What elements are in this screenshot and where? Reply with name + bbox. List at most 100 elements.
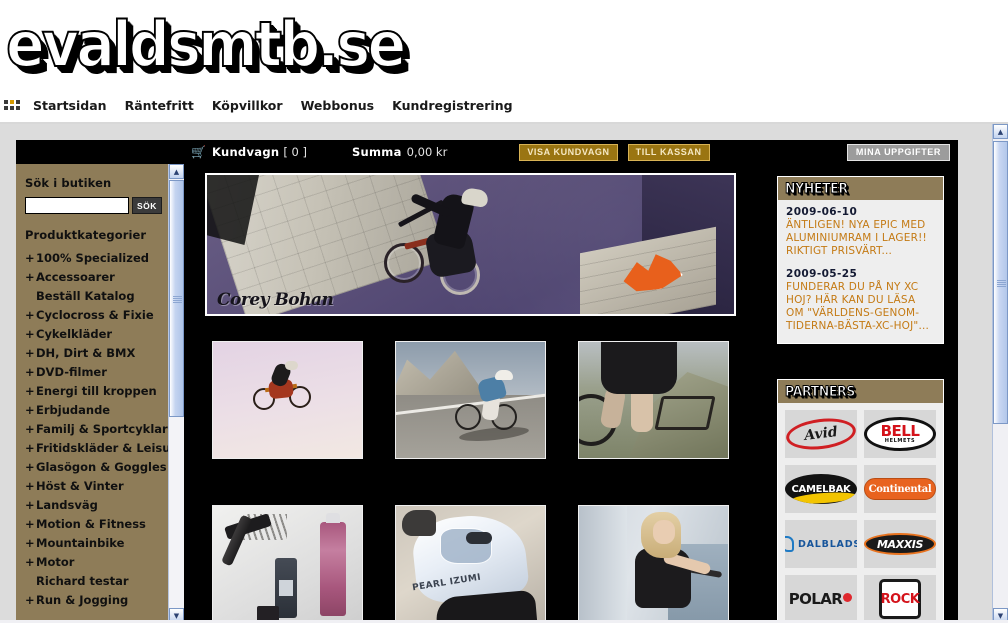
grid-cell	[16, 99, 20, 104]
news-panel-title: NYHETER	[785, 180, 849, 197]
expand-icon[interactable]: +	[25, 422, 36, 436]
hero-caption: Corey Bohan	[217, 290, 334, 310]
page-scrollbar[interactable]: ▲ ▼	[992, 124, 1008, 623]
category-item-dvd-filmer[interactable]: + DVD-filmer	[25, 365, 160, 379]
dirt-jump-tile[interactable]	[202, 327, 373, 473]
cart-label[interactable]: Kundvagn	[212, 145, 279, 159]
cart-count: [ 0 ]	[283, 145, 307, 159]
nav-item-kopvillkor[interactable]: Köpvillkor	[212, 98, 283, 113]
sidebar-scrollbar[interactable]: ▲ ▼	[168, 164, 184, 623]
avid-oval: Avid	[785, 414, 857, 454]
nav-item-kundregistrering[interactable]: Kundregistrering	[392, 98, 512, 113]
fox-bmx-banner-image: Corey Bohan	[205, 173, 736, 316]
expand-icon[interactable]: +	[25, 403, 36, 417]
polar-logo[interactable]: POLAR	[785, 575, 857, 623]
expand-icon[interactable]: +	[25, 365, 36, 379]
expand-icon[interactable]: +	[25, 498, 36, 512]
category-item-run-jogging[interactable]: + Run & Jogging	[25, 593, 160, 607]
front-wheel	[384, 243, 424, 283]
search-input[interactable]	[25, 197, 129, 214]
expand-icon[interactable]: +	[25, 479, 36, 493]
pearl-izumi-jersey-tile[interactable]: PEARL IZUMI	[385, 491, 556, 623]
category-item-motor[interactable]: + Motor	[25, 555, 160, 569]
expand-icon[interactable]: +	[25, 346, 36, 360]
city-bike-woman-image	[578, 505, 729, 623]
rockshox-logo[interactable]: ROCK	[864, 575, 936, 623]
dirt-jumper	[253, 361, 311, 412]
category-item-host-vinter[interactable]: + Höst & Vinter	[25, 479, 160, 493]
category-item-richard-testar[interactable]: Richard testar	[25, 574, 160, 588]
mountain-bike-tile[interactable]	[568, 327, 739, 473]
expand-icon[interactable]: +	[25, 270, 36, 284]
partners-grid: Avid BELL HELMETS CAMELBAK Continental D…	[778, 403, 943, 623]
site-logo[interactable]: evaldsmtb.se	[5, 13, 407, 77]
expand-icon[interactable]: +	[25, 251, 36, 265]
category-item-cyclocross-fixie[interactable]: + Cyclocross & Fixie	[25, 308, 160, 322]
scroll-up-icon[interactable]: ▲	[169, 164, 184, 179]
rockshox-wordmark: ROCK	[880, 591, 920, 607]
category-item-motion-fitness[interactable]: + Motion & Fitness	[25, 517, 160, 531]
partners-panel-header: PARTNERS	[778, 380, 943, 403]
category-item-cykelklader[interactable]: + Cykelkläder	[25, 327, 160, 341]
partners-panel: PARTNERS Avid BELL HELMETS CAMELBAK Cont…	[777, 379, 944, 623]
category-label: Familj & Sportcyklar	[36, 422, 168, 436]
my-details-button[interactable]: MINA UPPGIFTER	[846, 144, 950, 161]
dalblads-lockup: DALBLADS	[785, 536, 857, 552]
expand-icon[interactable]: +	[25, 517, 36, 531]
news-text[interactable]: FUNDERAR DU PÅ NY XC HOJ? HÄR KAN DU LÄS…	[786, 281, 935, 333]
category-item-energi-till-kroppen[interactable]: + Energi till kroppen	[25, 384, 160, 398]
nav-item-startsidan[interactable]: Startsidan	[33, 98, 107, 113]
polar-wordmark: POLAR	[788, 590, 843, 608]
category-label: Höst & Vinter	[36, 479, 124, 493]
page-scrollbar-thumb[interactable]	[993, 141, 1008, 424]
dalblads-logo[interactable]: DALBLADS	[785, 520, 857, 568]
top-navigation: Startsidan Räntefritt Köpvillkor Webbonu…	[0, 92, 1008, 118]
page-scroll-up-icon[interactable]: ▲	[993, 124, 1008, 139]
scrollbar-grip	[173, 296, 182, 303]
category-item-familj-sportcyklar[interactable]: + Familj & Sportcyklar	[25, 422, 168, 436]
category-item-mountainbike[interactable]: + Mountainbike	[25, 536, 160, 550]
category-item-bestall-katalog[interactable]: Beställ Katalog	[25, 289, 160, 303]
expand-icon[interactable]: +	[25, 384, 36, 398]
category-label: Cyclocross & Fixie	[36, 308, 154, 322]
news-text[interactable]: ÄNTLIGEN! NYA EPIC MED ALUMINIUMRAM I LA…	[786, 219, 935, 258]
avid-logo[interactable]: Avid	[785, 410, 857, 458]
category-item-100-specialized[interactable]: +100% Specialized	[25, 251, 160, 265]
maxxis-logo[interactable]: MAXXIS	[864, 520, 936, 568]
grid-cell	[4, 105, 8, 110]
camelbak-logo[interactable]: CAMELBAK	[785, 465, 857, 513]
polar-dot-icon	[843, 593, 853, 602]
category-item-glasogon-goggles[interactable]: + Glasögon & Goggles	[25, 460, 167, 474]
page-header: evaldsmtb.se Startsidan Räntefritt Köpvi…	[0, 0, 1008, 124]
avid-wordmark: Avid	[803, 424, 839, 444]
expand-icon[interactable]: +	[25, 555, 36, 569]
news-panel-body: 2009-06-10 ÄNTLIGEN! NYA EPIC MED ALUMIN…	[778, 200, 943, 343]
search-button[interactable]: SÖK	[132, 197, 162, 214]
hero-banner[interactable]: Corey Bohan	[202, 170, 739, 319]
expand-icon[interactable]: +	[25, 441, 36, 455]
sidebar-scrollbar-thumb[interactable]	[169, 180, 184, 417]
category-item-fritidsklader-leisure[interactable]: +Fritidskläder & Leisure	[25, 441, 168, 455]
grid-cell	[4, 99, 8, 104]
category-item-accessoarer[interactable]: + Accessoarer	[25, 270, 160, 284]
shopping-cart-icon[interactable]: 🛒	[191, 146, 206, 158]
expand-icon[interactable]: +	[25, 308, 36, 322]
continental-logo[interactable]: Continental	[864, 465, 936, 513]
category-item-erbjudande[interactable]: + Erbjudande	[25, 403, 160, 417]
grid-icon[interactable]	[4, 99, 20, 111]
view-cart-button[interactable]: VISA KUNDVAGN	[519, 143, 618, 161]
road-racing-tile[interactable]	[385, 327, 556, 473]
expand-icon[interactable]: +	[25, 460, 36, 474]
category-item-dh-dirt-bmx[interactable]: + DH, Dirt & BMX	[25, 346, 160, 360]
nav-item-rantefritt[interactable]: Räntefritt	[125, 98, 194, 113]
checkout-button[interactable]: TILL KASSAN	[627, 143, 710, 161]
expand-icon[interactable]: +	[25, 593, 36, 607]
city-bike-woman-tile[interactable]	[568, 491, 739, 623]
category-label: Energi till kroppen	[36, 384, 157, 398]
category-item-landsvag[interactable]: + Landsväg	[25, 498, 160, 512]
expand-icon[interactable]: +	[25, 536, 36, 550]
bell-helmets-logo[interactable]: BELL HELMETS	[864, 410, 936, 458]
tools-and-care-tile[interactable]	[202, 491, 373, 623]
nav-item-webbonus[interactable]: Webbonus	[301, 98, 375, 113]
expand-icon[interactable]: +	[25, 327, 36, 341]
